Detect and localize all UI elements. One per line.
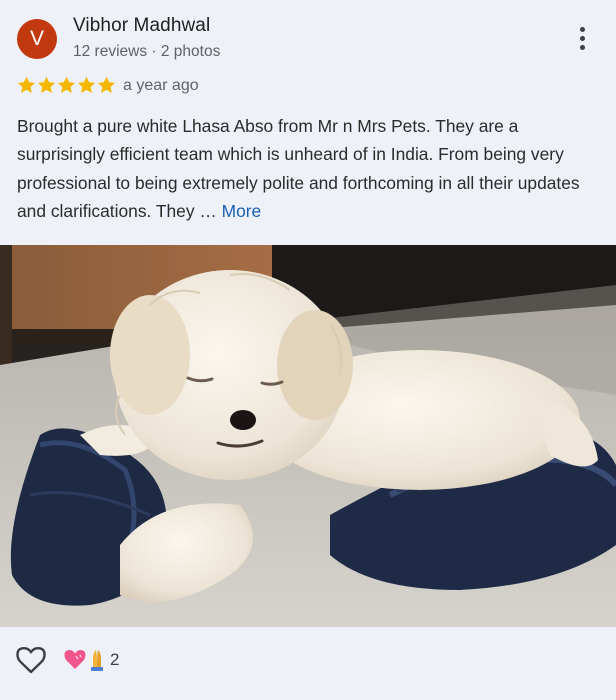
heart-emoji [64,650,86,669]
review-body: Brought a pure white Lhasa Abso from Mr … [17,116,580,222]
menu-dot [580,36,585,41]
puppy-photo-image [0,245,616,627]
star-icon [77,76,96,93]
rating-row: a year ago [17,74,317,98]
star-icon [37,76,56,93]
review-card: V Vibhor Madhwal 12 reviews · 2 photos a… [0,0,616,700]
review-photo[interactable] [0,245,616,627]
reaction-count: 2 [110,650,120,669]
review-date: a year ago [123,77,199,94]
author-name[interactable]: Vibhor Madhwal [73,15,210,37]
menu-dot [580,27,585,32]
more-link[interactable]: More [222,201,262,221]
review-text: Brought a pure white Lhasa Abso from Mr … [17,112,602,226]
avatar[interactable]: V [17,19,57,59]
star-icon [97,76,116,93]
reactions[interactable]: 2 [64,647,144,673]
menu-dot [580,45,585,50]
review-footer: 2 [0,627,616,700]
author-meta: 12 reviews · 2 photos [73,43,221,60]
folded-hands-emoji [91,650,103,671]
star-rating [17,76,117,96]
star-icon [17,76,36,93]
more-vert-icon[interactable] [569,22,597,56]
heart-outline-icon[interactable] [16,646,46,674]
reaction-emojis [64,650,103,671]
review-header: V Vibhor Madhwal 12 reviews · 2 photos [0,0,616,70]
star-icon [57,76,76,93]
